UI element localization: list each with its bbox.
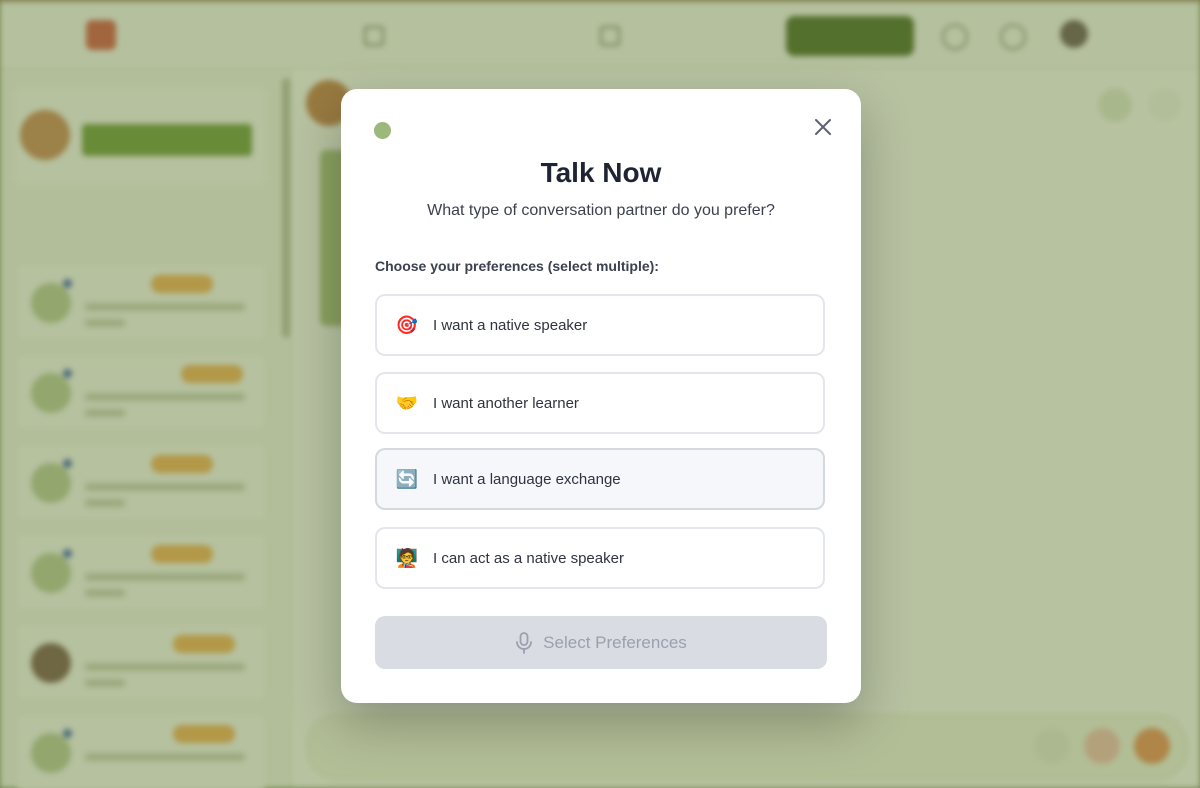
modal-subtitle: What type of conversation partner do you… (427, 202, 775, 219)
exchange-arrows-icon: 🔄 (395, 468, 419, 490)
option-native-speaker[interactable]: 🎯 I want a native speaker (375, 294, 825, 356)
select-preferences-button[interactable]: Select Preferences (375, 616, 827, 669)
option-language-exchange[interactable]: 🔄 I want a language exchange (375, 448, 825, 510)
close-icon (815, 119, 831, 135)
preferences-label: Choose your preferences (select multiple… (375, 258, 659, 274)
status-dot (374, 122, 391, 139)
microphone-icon (516, 631, 533, 654)
target-icon: 🎯 (395, 314, 419, 336)
handshake-icon: 🤝 (395, 392, 419, 414)
option-label: I want a language exchange (433, 470, 621, 488)
teacher-icon: 🧑‍🏫 (395, 547, 419, 569)
modal-title: Talk Now (540, 157, 662, 188)
close-button[interactable] (811, 115, 835, 139)
option-act-as-native[interactable]: 🧑‍🏫 I can act as a native speaker (375, 527, 825, 589)
option-label: I want a native speaker (433, 316, 588, 334)
select-preferences-label: Select Preferences (543, 632, 687, 652)
option-label: I want another learner (433, 394, 579, 412)
option-label: I can act as a native speaker (433, 549, 624, 567)
talk-now-modal: Talk Now What type of conversation partn… (341, 89, 861, 703)
option-another-learner[interactable]: 🤝 I want another learner (375, 372, 825, 434)
